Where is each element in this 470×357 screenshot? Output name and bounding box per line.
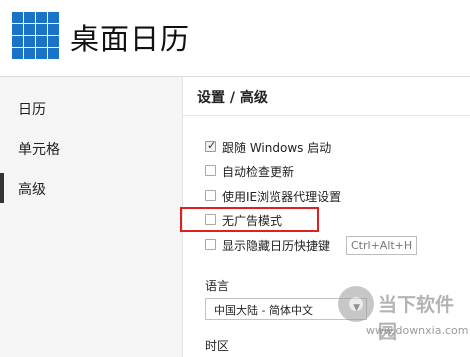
option-label: 自动检查更新	[222, 165, 295, 179]
language-value: 中国大陆 - 简体中文	[214, 304, 313, 317]
sidebar-item-label: 高级	[18, 182, 46, 198]
sidebar: 日历 单元格 高级	[0, 77, 182, 357]
watermark-url: www.downxia.com	[366, 324, 469, 337]
app-logo-grid-icon	[12, 12, 60, 60]
option-label: 跟随 Windows 启动	[222, 141, 332, 155]
sidebar-item-advanced[interactable]: 高级	[0, 173, 182, 203]
page-title: 设置 / 高级	[197, 90, 268, 106]
check-icon: ✓	[207, 139, 217, 152]
option-label: 使用IE浏览器代理设置	[222, 190, 342, 204]
checkbox[interactable]	[205, 239, 216, 250]
hotkey-input[interactable]: Ctrl+Alt+H	[346, 236, 417, 255]
sidebar-item-calendar[interactable]: 日历	[0, 93, 182, 123]
app-title: 桌面日历	[70, 22, 191, 56]
checkbox[interactable]	[205, 165, 216, 176]
sidebar-item-label: 单元格	[18, 142, 60, 158]
option-label: 显示隐藏日历快捷键	[222, 239, 331, 253]
sidebar-item-label: 日历	[18, 102, 46, 118]
title-divider	[183, 115, 470, 116]
watermark-logo-icon	[338, 286, 374, 322]
watermark: 当下软件园 www.downxia.com	[338, 286, 469, 344]
timezone-label: 时区	[205, 339, 230, 353]
active-indicator	[0, 173, 4, 203]
language-label: 语言	[205, 279, 230, 293]
sidebar-item-cell[interactable]: 单元格	[0, 133, 182, 163]
app-header: 桌面日历	[0, 0, 470, 77]
checkbox[interactable]	[205, 190, 216, 201]
checkbox[interactable]: ✓	[205, 139, 217, 152]
highlight-box	[180, 207, 319, 232]
